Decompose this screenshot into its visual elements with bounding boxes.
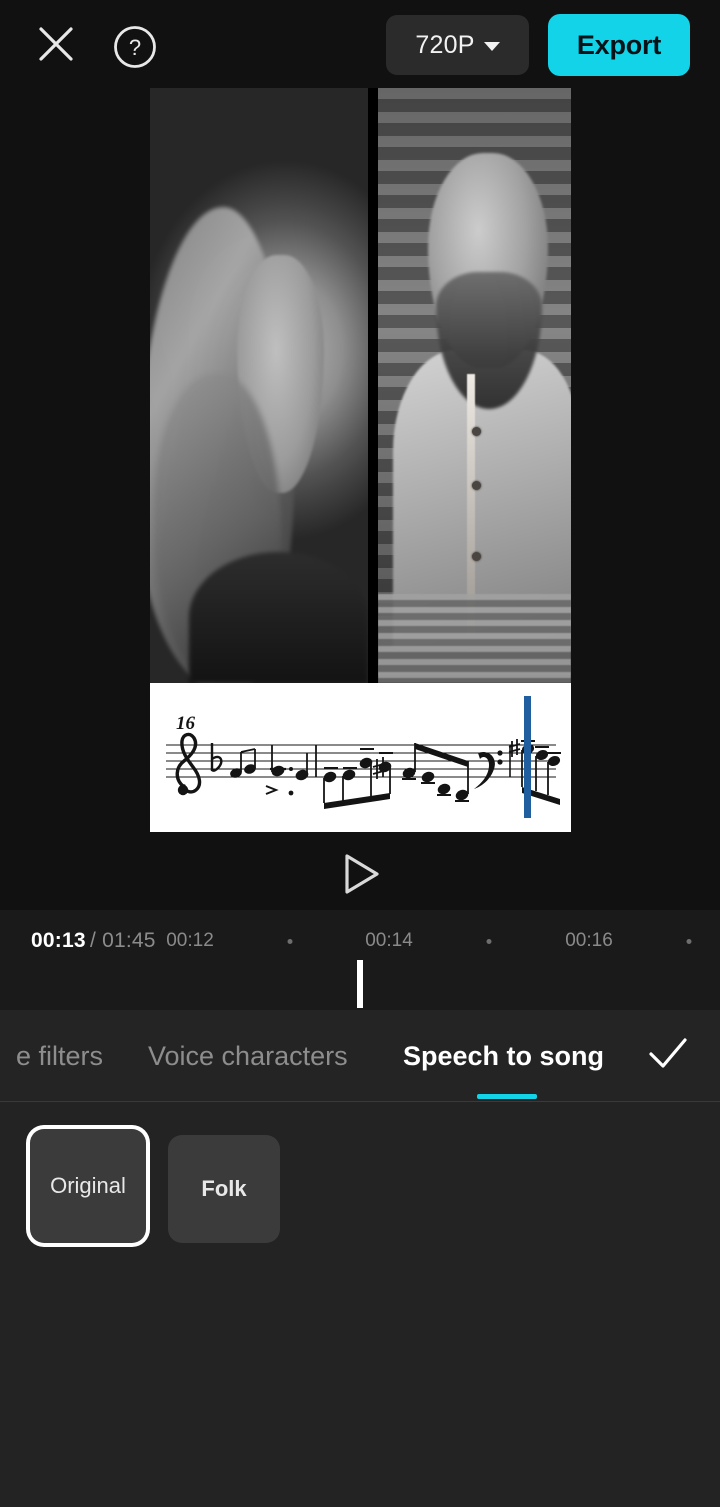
play-triangle-icon[interactable] [334,848,386,900]
check-icon[interactable] [645,1034,691,1074]
ruler-tick-dot [686,939,692,944]
app-screen: ? 720P Export 16 00:13 / 01:45 00:12 00:… [0,0,720,1507]
preset-card-label: Folk [201,1176,247,1201]
export-button-label: Export [576,29,662,60]
video-right-rail [378,593,571,683]
tab-voice-characters[interactable]: Voice characters [148,1041,348,1072]
preview-area: 16 [0,88,720,910]
tab-bar: e filters Voice characters Speech to song [0,1010,720,1102]
music-notation-icon [166,732,561,809]
video-pane-right [378,88,571,683]
ruler-tick-dot [287,939,293,944]
tab-e-filters[interactable]: e filters [16,1041,103,1072]
sheet-music-strip[interactable]: 16 [150,683,571,832]
active-tab-underline [477,1094,537,1099]
ruler-time-label: 00:14 [365,930,413,951]
ruler-tick-dot [486,939,492,944]
score-playhead [524,696,531,818]
timeline-ruler[interactable]: 00:12 00:14 00:16 [0,910,720,956]
preset-card-folk[interactable]: Folk [168,1135,280,1243]
close-icon[interactable] [38,26,74,62]
video-left-shoulder [189,552,368,683]
export-button[interactable]: Export [548,14,690,76]
preset-card-original[interactable]: Original [30,1129,146,1243]
svg-text:?: ? [129,35,141,60]
video-preview[interactable] [150,88,571,683]
video-split-divider [368,88,378,683]
preset-card-label: Original [50,1173,126,1198]
resolution-label: 720P [415,30,475,59]
chevron-down-icon [483,42,500,51]
help-circle-icon[interactable]: ? [112,24,158,70]
ruler-time-label: 00:16 [565,930,613,951]
video-right-button [471,427,481,437]
resolution-dropdown[interactable]: 720P [386,15,529,75]
preset-list: Original Folk [0,1102,720,1507]
top-bar: ? 720P Export [0,0,720,88]
video-right-button [471,480,481,490]
video-right-button [471,552,481,562]
tab-speech-to-song[interactable]: Speech to song [403,1041,604,1072]
video-pane-left [150,88,368,683]
ruler-time-label: 00:12 [166,930,214,951]
timeline-playhead[interactable] [357,960,363,1008]
